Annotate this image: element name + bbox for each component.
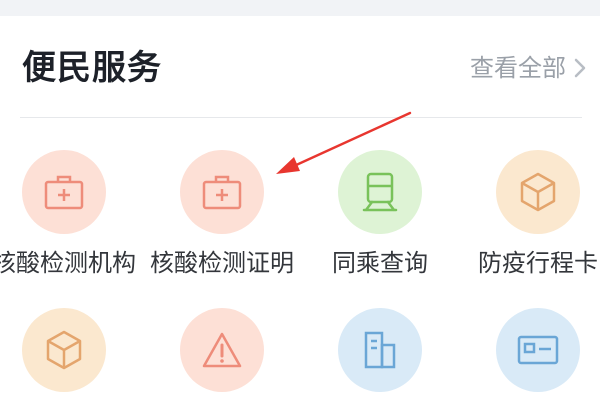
cube-icon (520, 172, 556, 212)
divider (20, 117, 582, 118)
service-label: 核酸检测证明 (150, 249, 294, 277)
service-label: 核酸检测机构 (0, 249, 136, 277)
service-item-8[interactable] (458, 308, 600, 392)
service-item-5[interactable] (0, 308, 144, 392)
medical-kit-icon (202, 175, 242, 210)
section-title: 便民服务 (22, 48, 162, 88)
view-all-link[interactable]: 查看全部 (470, 52, 586, 84)
train-icon (362, 172, 398, 212)
service-item-nucleic-acid-test-certificate[interactable]: 核酸检测证明 (142, 150, 302, 278)
building-icon (364, 331, 396, 369)
view-all-label: 查看全部 (470, 54, 566, 82)
id-card-icon (517, 335, 559, 365)
service-item-7[interactable] (300, 308, 460, 392)
service-icon-circle (338, 308, 422, 392)
service-item-travel-card[interactable]: 防疫行程卡 (458, 150, 600, 278)
service-icon-circle (22, 150, 106, 234)
chevron-right-icon (574, 58, 586, 78)
top-strip (0, 0, 600, 16)
service-item-6[interactable] (142, 308, 302, 392)
service-icon-circle (180, 308, 264, 392)
service-icon-circle (496, 308, 580, 392)
cube-icon (46, 330, 82, 370)
service-item-nucleic-acid-test-agency[interactable]: 核酸检测机构 (0, 150, 144, 278)
warning-icon (202, 332, 242, 368)
service-item-same-trip-query[interactable]: 同乘查询 (300, 150, 460, 278)
service-icon-circle (180, 150, 264, 234)
service-label: 防疫行程卡 (478, 249, 598, 277)
service-icon-circle (496, 150, 580, 234)
service-icon-circle (338, 150, 422, 234)
service-icon-circle (22, 308, 106, 392)
medical-kit-icon (44, 175, 84, 210)
service-label: 同乘查询 (332, 249, 428, 277)
